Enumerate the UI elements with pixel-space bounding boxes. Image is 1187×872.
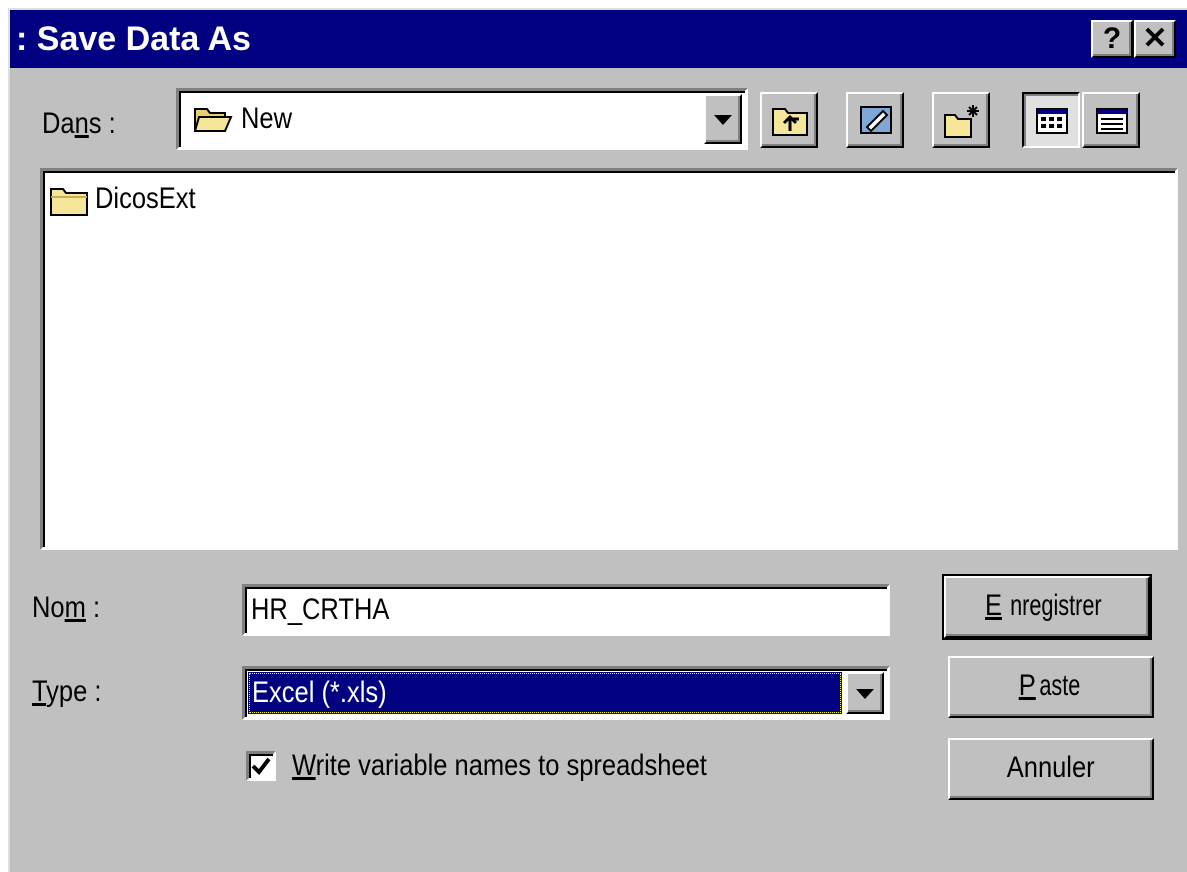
- window-title: : Save Data As: [16, 20, 251, 58]
- open-folder-icon: [193, 103, 233, 140]
- look-in-dropdown-button[interactable]: [704, 94, 742, 144]
- look-in-label: Dans :: [42, 107, 116, 140]
- save-button[interactable]: Enregistrer: [942, 574, 1152, 640]
- title-bar[interactable]: : Save Data As ? ✕: [10, 10, 1187, 68]
- paste-button[interactable]: Paste: [948, 656, 1154, 718]
- filetype-dropdown[interactable]: Excel (*.xls): [242, 666, 890, 720]
- filetype-dropdown-button[interactable]: [846, 672, 884, 714]
- write-variable-names-label[interactable]: Write variable names to spreadsheet: [292, 744, 707, 788]
- look-in-dropdown[interactable]: New: [176, 88, 748, 150]
- filetype-label: Type :: [32, 675, 102, 708]
- details-view-button[interactable]: [1082, 92, 1140, 148]
- new-folder-icon: [944, 105, 979, 138]
- help-icon: ?: [1102, 22, 1122, 55]
- save-data-as-dialog: : Save Data As ? ✕ Dans : New DicosExt N…: [8, 8, 1187, 872]
- file-list[interactable]: DicosExt: [40, 168, 1178, 550]
- new-folder-button[interactable]: [932, 92, 990, 148]
- desktop-icon: [860, 106, 892, 134]
- folder-icon: [49, 185, 89, 222]
- cancel-button[interactable]: Annuler: [948, 738, 1154, 800]
- look-in-value: New: [241, 102, 293, 135]
- write-variable-names-checkbox[interactable]: [246, 751, 276, 781]
- list-view-icon: [1036, 108, 1068, 134]
- desktop-button[interactable]: [846, 92, 904, 148]
- checkmark-icon: [251, 757, 271, 776]
- close-icon: ✕: [1142, 22, 1168, 55]
- list-view-button[interactable]: [1022, 92, 1080, 148]
- close-button[interactable]: ✕: [1134, 20, 1176, 58]
- filename-label: Nom :: [32, 591, 101, 624]
- up-one-level-icon: [772, 108, 808, 136]
- file-name: DicosExt: [95, 182, 196, 215]
- chevron-down-icon: [856, 689, 874, 699]
- filename-value: HR_CRTHA: [251, 593, 390, 626]
- help-button[interactable]: ?: [1091, 20, 1133, 58]
- details-view-icon: [1096, 108, 1128, 134]
- filetype-selected: Excel (*.xls): [248, 672, 842, 714]
- chevron-down-icon: [714, 115, 732, 125]
- up-one-level-button[interactable]: [760, 92, 818, 148]
- filename-input[interactable]: HR_CRTHA: [242, 584, 890, 636]
